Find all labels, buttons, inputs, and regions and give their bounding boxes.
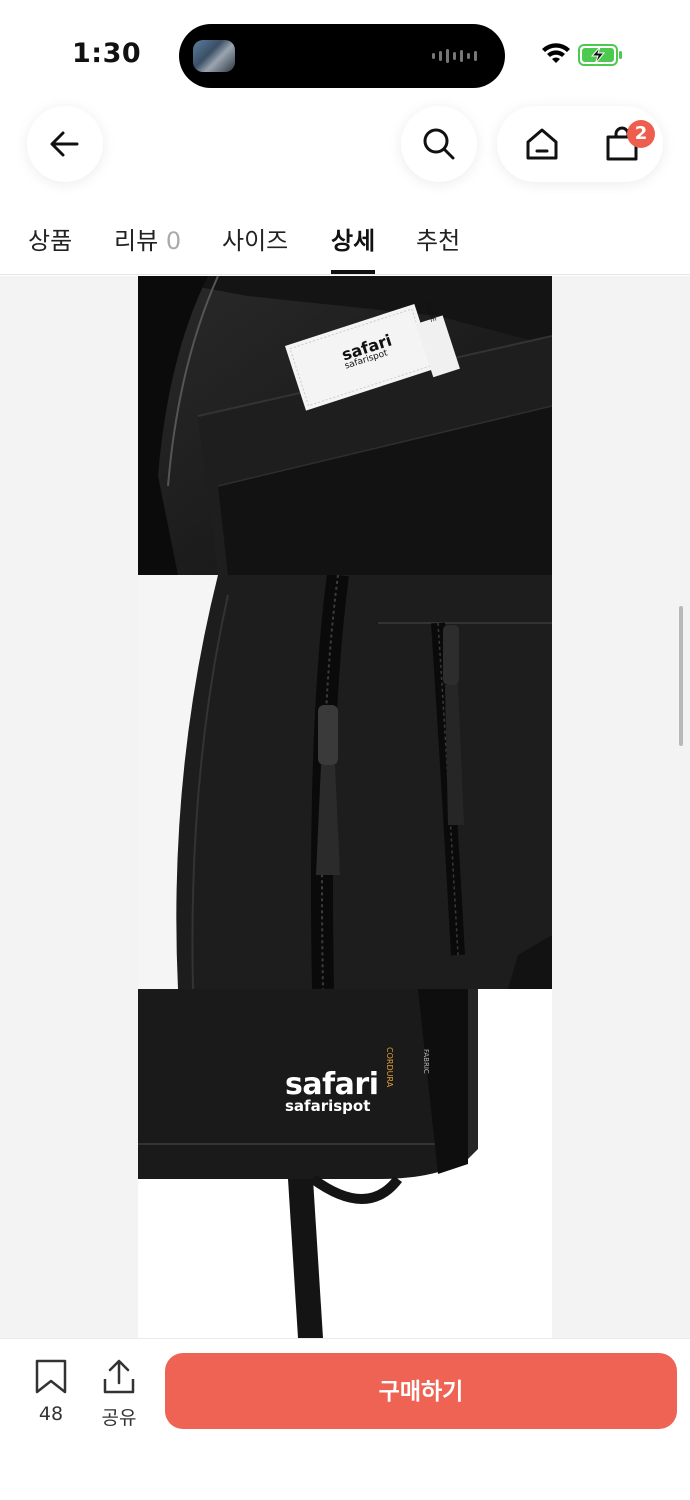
- tab-recommend[interactable]: 추천: [416, 221, 460, 256]
- home-icon: [526, 128, 558, 160]
- tab-product[interactable]: 상품: [28, 221, 72, 256]
- search-icon: [423, 128, 455, 160]
- share-icon: [103, 1359, 135, 1394]
- now-playing-thumbnail: [193, 40, 235, 72]
- back-button[interactable]: [27, 106, 103, 182]
- dynamic-island: [179, 24, 505, 88]
- product-photo-zippers: [138, 575, 552, 989]
- product-detail-content[interactable]: safari safarispot MADE safari safarispot…: [0, 276, 690, 1338]
- battery-charging-icon: [578, 44, 622, 66]
- product-photo-logo: safari safarispot CORDURA FABRIC: [138, 989, 552, 1338]
- detail-tabs: 상품 리뷰 0 사이즈 상세 추천: [0, 200, 690, 275]
- active-tab-indicator: [331, 270, 375, 274]
- save-button[interactable]: 48: [23, 1359, 79, 1425]
- buy-button[interactable]: 구매하기: [165, 1353, 677, 1429]
- tab-size[interactable]: 사이즈: [222, 221, 288, 256]
- tab-detail[interactable]: 상세: [331, 221, 375, 256]
- search-button[interactable]: [401, 106, 477, 182]
- arrow-left-icon: [50, 131, 79, 157]
- bag-logo-image: [138, 989, 552, 1338]
- tab-review[interactable]: 리뷰 0: [114, 221, 181, 256]
- bag-zipper-image: [138, 575, 552, 989]
- front-logo-sub: safarispot: [285, 1097, 371, 1115]
- tab-label: 상세: [331, 227, 376, 255]
- share-button[interactable]: 공유: [91, 1359, 147, 1430]
- tab-label: 추천: [416, 227, 461, 255]
- bottom-action-bar: 48 공유 구매하기: [0, 1338, 690, 1500]
- tab-label: 사이즈: [222, 227, 289, 255]
- side-tag-text: CORDURA: [385, 1047, 394, 1088]
- tab-label: 상품: [28, 227, 73, 255]
- product-photo-interior: safari safarispot MADE: [138, 276, 552, 575]
- share-label: 공유: [101, 1407, 137, 1429]
- side-tag-sub: FABRIC: [422, 1049, 430, 1074]
- bag-interior-image: [138, 276, 552, 575]
- scrollbar[interactable]: [679, 606, 683, 746]
- bookmark-icon: [35, 1359, 67, 1394]
- tab-label: 리뷰: [114, 227, 159, 255]
- status-bar: 1:30: [0, 0, 690, 100]
- status-time: 1:30: [72, 38, 142, 69]
- review-count: 0: [165, 227, 182, 255]
- cart-count-badge: 2: [627, 120, 655, 148]
- wifi-icon: [542, 43, 570, 63]
- save-count: 48: [38, 1403, 64, 1425]
- audio-wave-icon: [432, 48, 477, 64]
- home-button[interactable]: [507, 106, 577, 182]
